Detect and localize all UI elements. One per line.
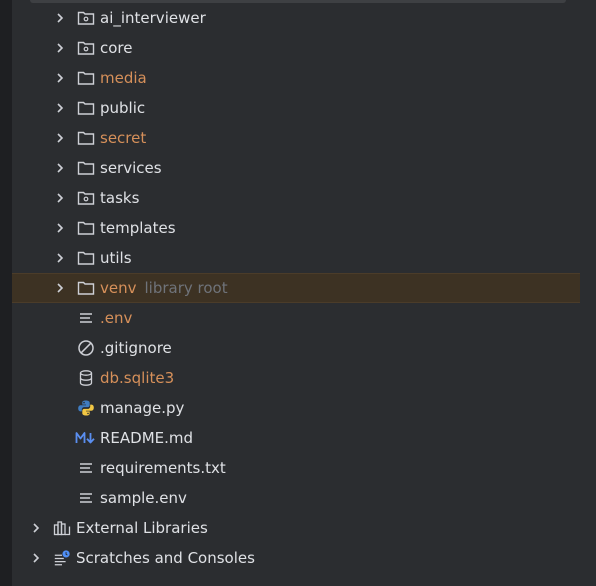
- tree-item-templates[interactable]: templates: [12, 213, 596, 243]
- tree-item-label: core: [100, 39, 133, 57]
- tree-item-label: tasks: [100, 189, 140, 207]
- tree-item-label: services: [100, 159, 162, 177]
- tree-item-public[interactable]: public: [12, 93, 596, 123]
- tree-item-label: .gitignore: [100, 339, 172, 357]
- tree-item-label: utils: [100, 249, 132, 267]
- package-folder-icon: [77, 39, 95, 57]
- package-folder-icon: [77, 9, 95, 27]
- tree-item-sample-env[interactable]: sample.env: [12, 483, 596, 513]
- chevron-right-icon[interactable]: [53, 11, 67, 25]
- tree-item-label: ai_interviewer: [100, 9, 206, 27]
- library-icon: [53, 519, 71, 537]
- chevron-right-icon[interactable]: [53, 281, 67, 295]
- folder-icon: [77, 99, 95, 117]
- text-file-icon: [77, 459, 95, 477]
- tree-item-label: templates: [100, 219, 176, 237]
- text-file-icon: [77, 489, 95, 507]
- tree-item-external-libraries[interactable]: External Libraries: [12, 513, 596, 543]
- tree-item-venv[interactable]: venv library root: [12, 273, 580, 303]
- tree-item-secret[interactable]: secret: [12, 123, 596, 153]
- left-gutter: [0, 0, 12, 586]
- tree-item-label: Scratches and Consoles: [76, 549, 255, 567]
- tree-item-env[interactable]: .env: [12, 303, 596, 333]
- project-tool-window: ai_interviewer core media public secret …: [0, 0, 596, 586]
- tree-item-label: public: [100, 99, 146, 117]
- folder-icon: [77, 159, 95, 177]
- tree-item-label: .env: [100, 309, 133, 327]
- project-tree: ai_interviewer core media public secret …: [12, 3, 596, 573]
- tree-item-label-group: venv library root: [100, 279, 228, 297]
- markdown-icon: [75, 429, 97, 447]
- tree-item-requirements-txt[interactable]: requirements.txt: [12, 453, 596, 483]
- database-icon: [77, 369, 95, 387]
- chevron-right-icon[interactable]: [53, 221, 67, 235]
- folder-icon: [77, 249, 95, 267]
- tree-item-gitignore[interactable]: .gitignore: [12, 333, 596, 363]
- tree-item-db-sqlite3[interactable]: db.sqlite3: [12, 363, 596, 393]
- tree-item-services[interactable]: services: [12, 153, 596, 183]
- tree-item-label: db.sqlite3: [100, 369, 175, 387]
- text-file-icon: [77, 309, 95, 327]
- chevron-right-icon[interactable]: [53, 161, 67, 175]
- scratches-icon: [53, 549, 71, 567]
- tree-item-ai-interviewer[interactable]: ai_interviewer: [12, 3, 596, 33]
- tree-item-tasks[interactable]: tasks: [12, 183, 596, 213]
- chevron-right-icon[interactable]: [53, 41, 67, 55]
- library-root-hint: library root: [144, 279, 228, 297]
- tree-item-label: sample.env: [100, 489, 187, 507]
- tree-item-scratches-and-consoles[interactable]: Scratches and Consoles: [12, 543, 596, 573]
- folder-icon: [77, 279, 95, 297]
- python-icon: [77, 399, 95, 417]
- tree-item-label: media: [100, 69, 147, 87]
- folder-icon: [77, 129, 95, 147]
- tree-item-media[interactable]: media: [12, 63, 596, 93]
- chevron-right-icon[interactable]: [29, 551, 43, 565]
- chevron-right-icon[interactable]: [29, 521, 43, 535]
- package-folder-icon: [77, 189, 95, 207]
- tree-item-label: requirements.txt: [100, 459, 226, 477]
- chevron-right-icon[interactable]: [53, 101, 67, 115]
- tree-item-label: manage.py: [100, 399, 185, 417]
- chevron-right-icon[interactable]: [53, 251, 67, 265]
- tree-item-manage-py[interactable]: manage.py: [12, 393, 596, 423]
- tree-item-utils[interactable]: utils: [12, 243, 596, 273]
- chevron-right-icon[interactable]: [53, 191, 67, 205]
- chevron-right-icon[interactable]: [53, 131, 67, 145]
- folder-icon: [77, 69, 95, 87]
- folder-icon: [77, 219, 95, 237]
- tree-item-label: venv: [100, 279, 137, 297]
- tree-item-label: secret: [100, 129, 147, 147]
- tree-item-readme-md[interactable]: README.md: [12, 423, 596, 453]
- chevron-right-icon[interactable]: [53, 71, 67, 85]
- tree-item-label: README.md: [100, 429, 194, 447]
- ignore-file-icon: [77, 339, 95, 357]
- tree-item-core[interactable]: core: [12, 33, 596, 63]
- tree-item-label: External Libraries: [76, 519, 208, 537]
